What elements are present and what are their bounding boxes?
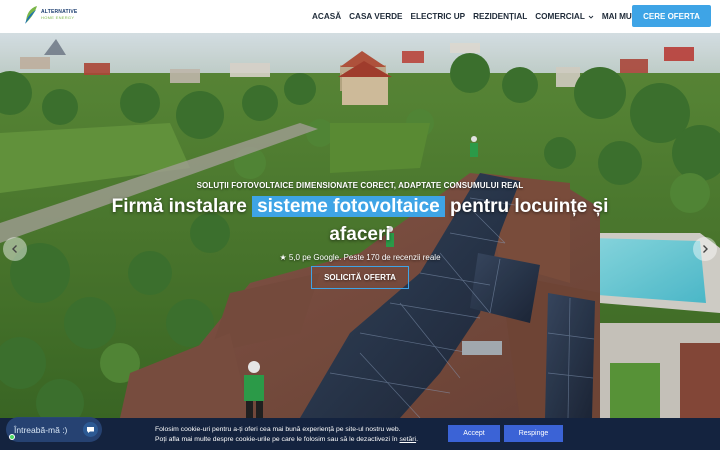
cookie-settings-link[interactable]: setări [399, 436, 416, 443]
brand-wordmark: ALTERNATIVE HOME ENERGY [41, 10, 77, 20]
cookie-message: Folosim cookie-uri pentru a-ți oferi cea… [155, 425, 418, 444]
chevron-down-icon [588, 15, 594, 19]
chevron-right-icon [703, 245, 708, 253]
hero-request-offer-button[interactable]: SOLICITĂ OFERTA [311, 266, 409, 289]
nav-item-label: COMERCIAL [535, 12, 585, 21]
chat-prompt: Întreabă-mă :) [14, 424, 68, 435]
main-nav: ACASĂ CASA VERDE ELECTRIC UP REZIDENȚIAL… [312, 0, 656, 33]
headline-prefix: Firmă instalare [111, 196, 253, 217]
chat-bubble-icon [83, 422, 98, 437]
nav-item-comercial[interactable]: COMERCIAL [535, 12, 594, 21]
nav-item-label: REZIDENȚIAL [473, 12, 528, 21]
hero-headline: Firmă instalare sisteme fotovoltaice pen… [90, 193, 630, 249]
hero-slider: SOLUȚII FOTOVOLTAICE DIMENSIONATE CORECT… [0, 33, 720, 418]
page: ALTERNATIVE HOME ENERGY ACASĂ CASA VERDE… [0, 0, 720, 450]
cookie-accept-button[interactable]: Accept [448, 425, 500, 442]
slider-next-button[interactable] [693, 237, 717, 261]
google-rating: ★ 5,0 pe Google. Peste 170 de recenzii r… [279, 253, 441, 262]
slider-prev-button[interactable] [3, 237, 27, 261]
leaf-energy-logo-icon [25, 6, 37, 24]
nav-item-label: CASA VERDE [349, 12, 403, 21]
site-header: ALTERNATIVE HOME ENERGY ACASĂ CASA VERDE… [0, 0, 720, 33]
cookie-line2-end: . [416, 435, 418, 443]
brand-logo[interactable]: ALTERNATIVE HOME ENERGY [24, 5, 77, 25]
nav-item-acasa[interactable]: ACASĂ [312, 12, 341, 21]
brand-tagline: HOME ENERGY [41, 15, 75, 20]
cookie-consent-bar: Folosim cookie-uri pentru a-ți oferi cea… [0, 418, 720, 450]
cookie-message-line2: Poți afla mai multe despre cookie-urile … [155, 435, 418, 445]
nav-item-rezidential[interactable]: REZIDENȚIAL [473, 12, 527, 21]
nav-item-label: ELECTRIC UP [410, 12, 466, 21]
headline-highlight: sisteme fotovoltaice [252, 196, 445, 217]
nav-item-casa-verde[interactable]: CASA VERDE [349, 12, 402, 21]
chat-widget[interactable]: Întreabă-mă :) [6, 417, 102, 442]
nav-item-electric-up[interactable]: ELECTRIC UP [411, 12, 466, 21]
cookie-reject-button[interactable]: Respinge [504, 425, 563, 442]
cookie-line2-text: Poți afla mai multe despre cookie-urile … [155, 435, 400, 443]
cookie-message-line1: Folosim cookie-uri pentru a-ți oferi cea… [155, 426, 401, 433]
hero-eyebrow: SOLUȚII FOTOVOLTAICE DIMENSIONATE CORECT… [196, 181, 524, 190]
online-status-dot [9, 434, 15, 440]
nav-item-label: ACASĂ [312, 12, 342, 21]
chevron-left-icon [12, 245, 17, 253]
request-offer-button[interactable]: CERE OFERTA [632, 5, 711, 27]
